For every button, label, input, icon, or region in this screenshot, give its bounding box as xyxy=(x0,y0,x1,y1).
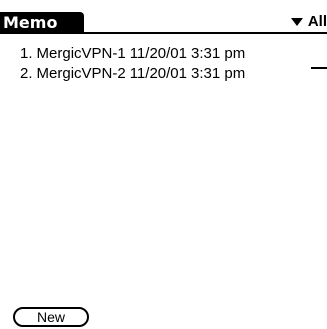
list-item[interactable]: 2. MergicVPN-2 11/20/01 3:31 pm xyxy=(0,64,327,84)
memo-number: 1. xyxy=(20,45,33,62)
category-picker[interactable]: All xyxy=(290,12,327,32)
memo-list: 1. MergicVPN-1 11/20/01 3:31 pm 2. MergicVPN… xyxy=(0,44,327,84)
triangle-down-icon[interactable] xyxy=(290,18,303,26)
list-item[interactable]: 1. MergicVPN-1 11/20/01 3:31 pm xyxy=(0,44,327,64)
title-underline xyxy=(84,32,327,34)
memo-time: 3:31 pm xyxy=(190,45,246,62)
app-title[interactable]: Memo xyxy=(0,12,84,34)
new-memo-button[interactable]: New xyxy=(13,307,89,327)
scroll-indicator xyxy=(311,67,327,69)
category-label[interactable]: All xyxy=(308,12,327,32)
memo-title: MergicVPN-2 xyxy=(36,65,126,82)
memo-time: 3:31 pm xyxy=(190,65,246,82)
memo-date: 11/20/01 xyxy=(129,65,187,82)
memo-title: MergicVPN-1 xyxy=(36,45,126,62)
memo-number: 2. xyxy=(20,65,33,82)
memo-date: 11/20/01 xyxy=(129,45,187,62)
title-bar: Memo All xyxy=(0,0,327,34)
